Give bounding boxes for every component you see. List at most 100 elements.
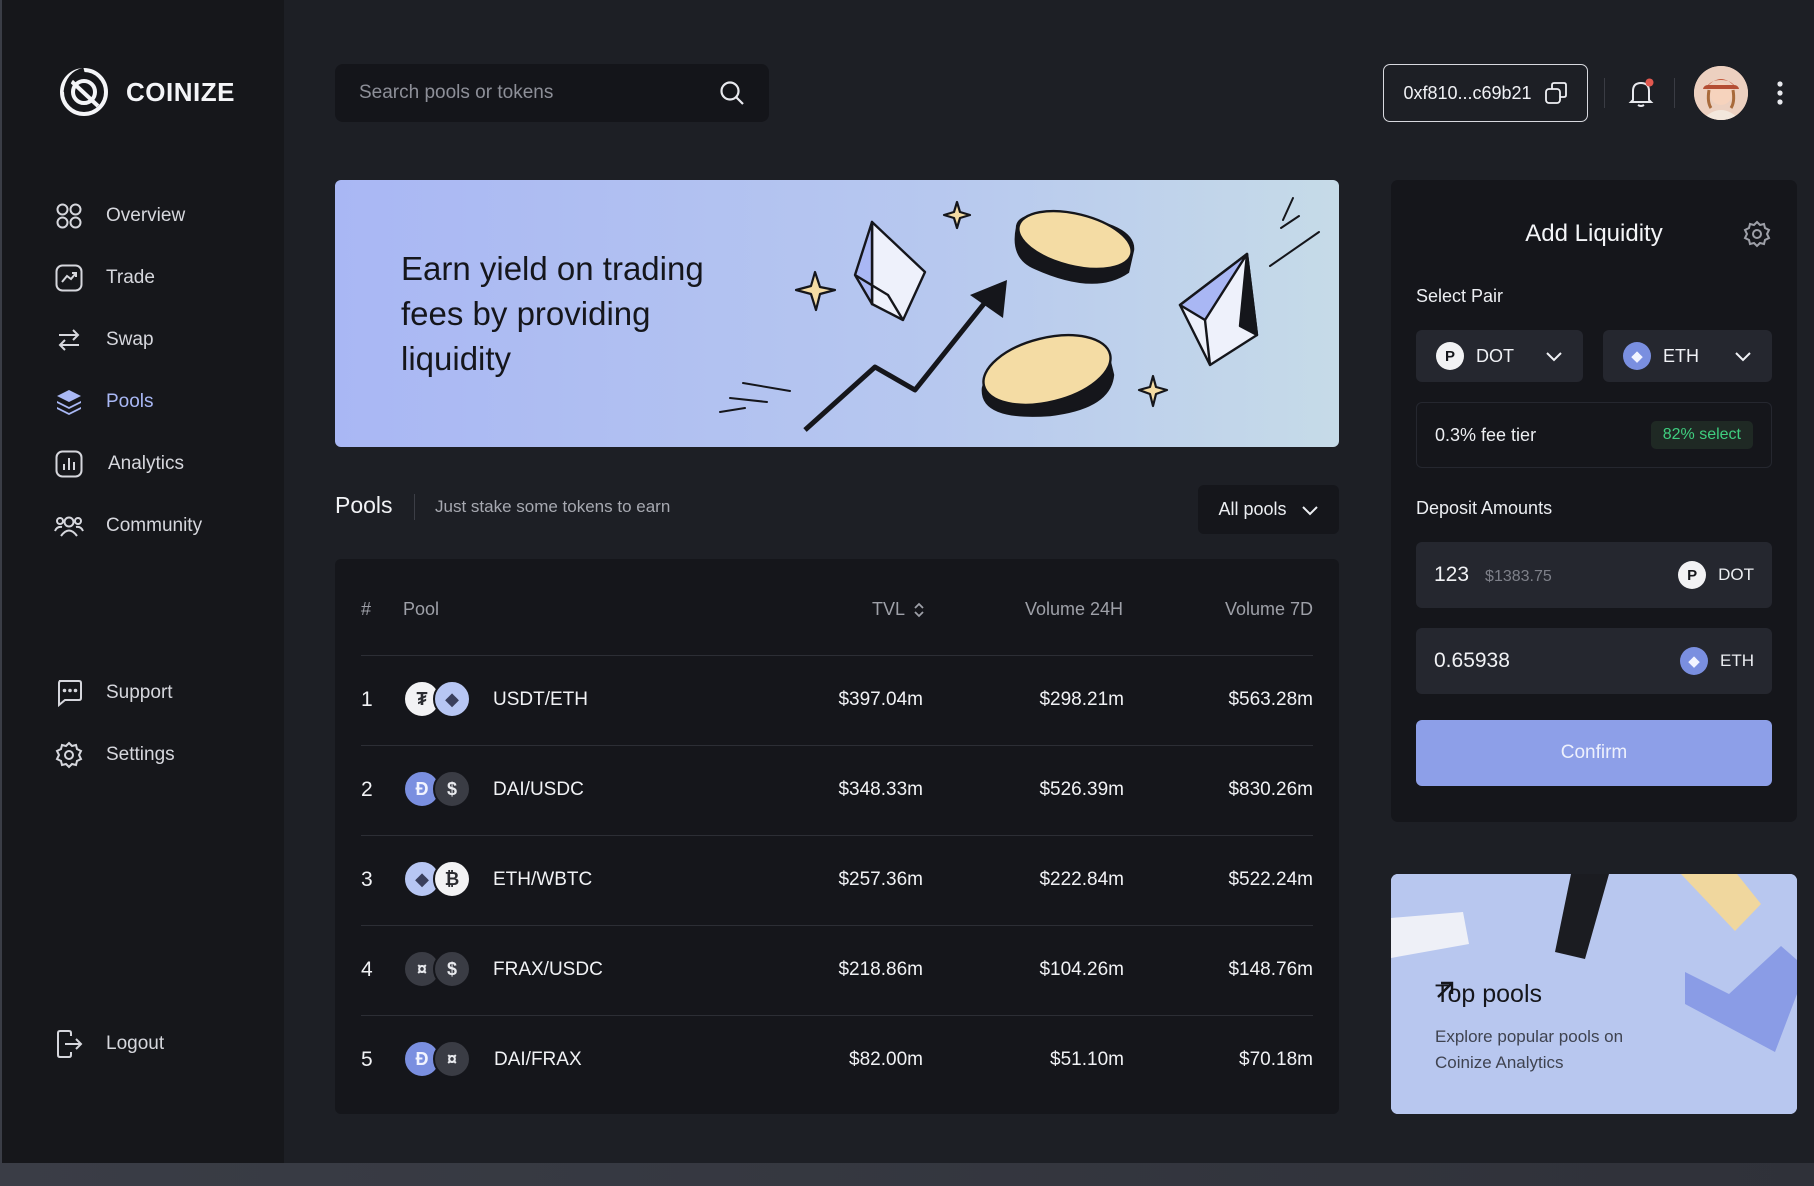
search-input[interactable] [359,82,699,104]
top-pools-card[interactable]: Top pools Explore popular pools on Coini… [1391,874,1797,1114]
row-index: 3 [361,868,373,891]
search-icon[interactable] [719,80,745,106]
eth-icon: ◆ [1623,342,1651,370]
layers-icon [54,387,84,417]
arrow-up-right-icon [1437,981,1454,998]
sidebar-item-label: Settings [106,744,175,765]
chat-icon [54,678,84,708]
sidebar-item-label: Pools [106,391,154,412]
sidebar-item-overview[interactable]: Overview [54,185,202,247]
token-a-value: DOT [1476,345,1514,366]
polkadot-icon: P [1436,342,1464,370]
wallet-address: 0xf810...c69b21 [1403,82,1532,103]
deposit-a-field[interactable]: 123 $1383.75 P DOT [1416,542,1772,608]
sidebar-item-label: Swap [106,329,154,350]
trend-icon [54,263,84,293]
token-a-select[interactable]: P DOT [1416,330,1583,382]
sidebar-item-swap[interactable]: Swap [54,309,202,371]
select-pair-label: Select Pair [1416,286,1504,306]
copy-icon[interactable] [1544,81,1568,105]
sort-icon [914,602,924,617]
pool-tvl: $218.86m [838,959,923,980]
logout-label: Logout [106,1033,165,1054]
token-pair-icons: ₮ ◆ [403,680,473,720]
col-volume-24h: Volume 24H [1024,599,1123,619]
pool-tvl: $397.04m [838,689,923,710]
pool-tvl: $82.00m [849,1049,923,1070]
pool-tvl: $257.36m [838,869,923,890]
bell-icon[interactable] [1625,77,1657,109]
chevron-down-icon [1301,505,1318,515]
bar-chart-icon [54,449,84,479]
fee-tier-selector[interactable]: 0.3% fee tier 82% select [1416,402,1772,468]
table-row[interactable]: 2 Đ $ DAI/USDC $348.33m $526.39m $830.26… [361,746,1313,836]
polkadot-icon: P [1678,561,1707,589]
pool-pair: USDT/ETH [493,689,588,710]
deposit-a-token-label: DOT [1718,565,1754,584]
secondary-nav: Support Settings [54,662,175,786]
pools-divider [414,494,415,520]
btc-icon: ₿ [433,860,471,898]
deposit-b-field[interactable]: 0.65938 ◆ ETH [1416,628,1772,694]
table-row[interactable]: 5 Đ ¤ DAI/FRAX $82.00m $51.10m $70.18m [361,1016,1313,1106]
pool-volume-7d: $522.24m [1228,869,1313,890]
usdc-icon: $ [433,770,471,808]
pool-volume-24h: $298.21m [1039,689,1124,710]
deposit-a-amount[interactable]: 123 [1434,563,1469,587]
main-nav: Overview Trade Swap Pools Analytics Comm… [54,185,202,557]
filter-label: All pools [1218,499,1287,519]
logout-button[interactable]: Logout [54,1013,164,1075]
wallet-address-button[interactable]: 0xf810...c69b21 [1383,64,1588,122]
logout-section: Logout [54,1013,164,1075]
deposit-b-token-label: ETH [1720,651,1754,670]
col-pool: Pool [403,599,440,619]
top-pools-title[interactable]: Top pools [1435,980,1542,1009]
sidebar: COINIZE Overview Trade Swap Pools Analyt… [2,0,284,1163]
confirm-button[interactable]: Confirm [1416,720,1772,786]
sidebar-item-settings[interactable]: Settings [54,724,175,786]
table-row[interactable]: 3 ◆ ₿ ETH/WBTC $257.36m $222.84m $522.24… [361,836,1313,926]
avatar[interactable] [1694,66,1748,120]
fee-tier-badge: 82% select [1650,421,1753,449]
hero-headline: Earn yield on trading fees by providing … [401,250,704,377]
row-index: 5 [361,1048,373,1071]
token-pair-icons: Đ $ [403,770,473,810]
sidebar-item-community[interactable]: Community [54,495,202,557]
token-pair-icons: Đ ¤ [403,1040,473,1080]
brand-name: COINIZE [126,76,235,107]
table-header: # Pool TVL Volume 24H Volume 7D [361,559,1313,656]
sidebar-item-trade[interactable]: Trade [54,247,202,309]
table-row[interactable]: 1 ₮ ◆ USDT/ETH $397.04m $298.21m $563.28… [361,656,1313,746]
header-divider [1674,78,1675,108]
search-bar[interactable] [335,64,769,122]
sidebar-item-label: Support [106,682,173,703]
pools-filter-dropdown[interactable]: All pools [1198,485,1339,534]
hero-banner: Earn yield on trading fees by providing … [335,180,1339,447]
header-divider [1604,78,1605,108]
col-tvl-sort[interactable]: TVL [872,599,925,620]
pool-volume-7d: $830.26m [1228,779,1313,800]
token-b-value: ETH [1663,345,1699,366]
add-liquidity-title: Add Liquidity [1525,220,1663,247]
sidebar-item-support[interactable]: Support [54,662,175,724]
app-window: COINIZE Overview Trade Swap Pools Analyt… [2,0,1814,1163]
token-b-select[interactable]: ◆ ETH [1603,330,1772,382]
coinize-logo-icon [60,67,108,116]
sidebar-item-pools[interactable]: Pools [54,371,202,433]
deposit-b-amount[interactable]: 0.65938 [1434,649,1510,673]
brand-logo[interactable]: COINIZE [58,66,235,118]
users-icon [54,511,84,541]
sidebar-item-label: Community [106,515,203,536]
pool-volume-7d: $563.28m [1228,689,1313,710]
pool-tvl: $348.33m [838,779,923,800]
deposit-a-usd: $1383.75 [1485,568,1552,585]
deposit-amounts-label: Deposit Amounts [1416,498,1553,518]
sidebar-item-analytics[interactable]: Analytics [54,433,202,495]
settings-gear-icon[interactable] [1743,220,1771,248]
row-index: 1 [361,688,373,711]
col-volume-7d: Volume 7D [1224,599,1313,619]
table-row[interactable]: 4 ¤ $ FRAX/USDC $218.86m $104.26m $148.7… [361,926,1313,1016]
deposit-a-token: P DOT [1678,561,1754,589]
more-options-icon[interactable] [1770,78,1790,108]
row-index: 2 [361,778,373,801]
